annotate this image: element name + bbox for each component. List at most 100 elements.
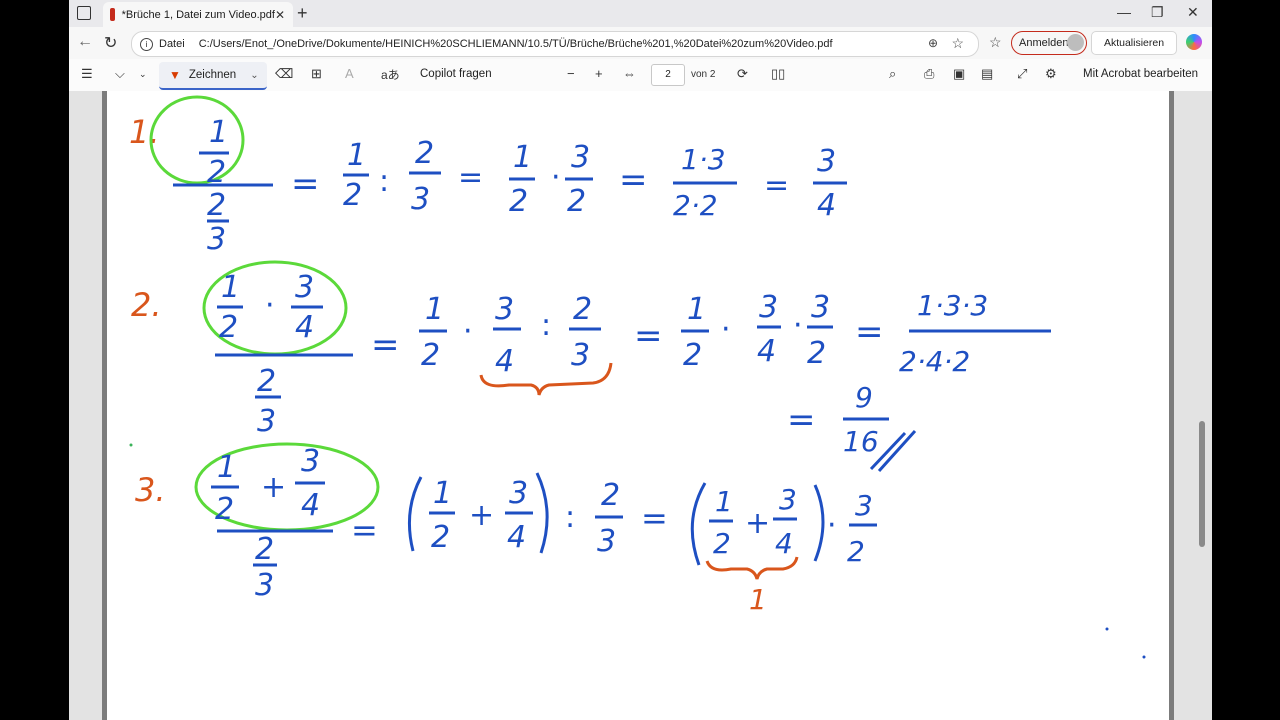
svg-text:3: 3 [207,222,226,257]
svg-text:3: 3 [295,270,314,305]
contents-icon[interactable]: ☰ [81,66,93,82]
fullscreen-icon[interactable]: ⤢ [1017,66,1027,82]
svg-text:3: 3 [571,338,590,373]
svg-text:4: 4 [301,488,320,523]
svg-text:=: = [371,325,400,365]
rotate-icon[interactable]: ⟳ [737,66,748,82]
svg-text:2: 2 [257,364,276,399]
copilot-ask-button[interactable]: Copilot fragen [420,68,492,80]
svg-text:1: 1 [217,450,236,485]
restore-icon[interactable]: ❐ [1151,4,1164,21]
svg-text:3: 3 [301,444,320,479]
svg-text:2: 2 [219,310,238,345]
svg-text:2: 2 [415,136,434,171]
tab-pdf[interactable]: *Brüche 1, Datei zum Video.pdf ✕ [103,2,293,27]
svg-text:=: = [458,160,483,195]
svg-text:2: 2 [431,520,450,555]
copilot-icon[interactable] [1186,34,1202,50]
search-icon[interactable]: ⌕ [889,66,896,82]
svg-text:2: 2 [567,184,586,219]
problem-number-3: 3. [135,471,166,509]
svg-text:·: · [793,308,803,343]
zoom-icon[interactable]: ⊕ [928,36,938,50]
url-text[interactable]: C:/Users/Enot_/OneDrive/Dokumente/HEINIC… [199,38,833,50]
svg-text:1: 1 [513,140,532,175]
address-bar[interactable]: i Datei C:/Users/Enot_/OneDrive/Dokument… [131,31,979,57]
page-count: von 2 [691,69,716,80]
page-number-input[interactable]: 2 [651,64,685,86]
svg-text:16: 16 [843,425,879,458]
signin-button[interactable]: Anmelden [1011,31,1087,55]
zoom-in-icon[interactable]: + [595,66,603,81]
svg-text:=: = [619,160,648,200]
save-icon[interactable]: ▣ [953,66,965,82]
problem-number-2: 2. [131,286,162,324]
svg-text:1·3·3: 1·3·3 [917,289,988,322]
svg-text:·: · [463,314,473,349]
svg-text:·: · [265,288,275,323]
svg-text:3: 3 [411,182,430,217]
svg-text:1: 1 [715,485,733,518]
svg-text:1: 1 [425,292,444,327]
brace-result: 1 [749,583,767,616]
orange-brace-3 [705,556,799,580]
fit-width-icon[interactable]: ⇔ [623,66,636,81]
close-tab-icon[interactable]: ✕ [275,8,285,22]
close-window-icon[interactable]: ✕ [1187,4,1199,21]
svg-text:2: 2 [713,527,731,560]
svg-text:·: · [721,312,731,347]
new-tab-icon[interactable]: + [297,3,308,24]
pdf-toolbar: ☰ ⌵ ⌄ ▼ Zeichnen ⌄ ⌫ ⊞ A aあ Copilot frag… [69,59,1212,92]
svg-text:2·4·2: 2·4·2 [899,345,970,378]
handwriting-layer: 1. 2. 3. 1 2 2 3 = 1 2 : 2 3 = 1 2 · 3 2… [129,95,1146,659]
settings-gear-icon[interactable]: ⚙ [1045,66,1057,82]
svg-text:2: 2 [601,478,620,513]
draw-button[interactable]: ▼ Zeichnen ⌄ [159,62,267,90]
svg-text:4: 4 [757,334,776,369]
svg-text:2: 2 [807,336,826,371]
svg-text:3: 3 [811,290,830,325]
info-icon[interactable]: i [140,37,153,51]
problem-3-work: 1 2 + 3 4 2 3 = 1 2 + 3 4: 2 3 = 1 2 + … [129,442,1146,659]
collections-icon[interactable]: ☆ [989,34,1002,51]
pdf-file-icon [110,8,115,21]
acrobat-edit-button[interactable]: Mit Acrobat bearbeiten [1083,68,1198,80]
svg-text:·: · [551,160,561,195]
print-icon[interactable]: ⎙ [924,66,934,82]
svg-text:=: = [634,316,663,356]
pen-icon: ▼ [169,68,181,82]
svg-text:4: 4 [495,344,514,379]
minimize-icon[interactable]: — [1117,4,1131,20]
back-icon[interactable]: ← [77,33,93,51]
svg-text:3: 3 [779,483,797,516]
svg-text:3: 3 [495,292,514,327]
address-scheme-label: Datei [159,38,185,50]
read-aloud-icon[interactable]: aあ [381,66,400,83]
svg-text:3: 3 [257,404,276,439]
svg-text:1·3: 1·3 [681,143,726,176]
svg-text:4: 4 [507,520,526,555]
chevron-down-icon[interactable]: ⌄ [250,70,258,81]
svg-text::: : [379,164,389,199]
svg-text:3: 3 [255,568,274,603]
svg-text:2: 2 [207,188,226,223]
eraser-icon[interactable]: ⌫ [275,66,293,82]
save-as-icon[interactable]: ▤ [981,66,993,82]
svg-text:=: = [291,164,320,204]
favorite-star-icon[interactable]: ☆ [951,35,964,52]
signin-label: Anmelden [1019,37,1069,49]
svg-text:9: 9 [855,381,873,414]
sidebar-toggle-icon[interactable] [77,6,91,20]
svg-text:=: = [764,168,789,203]
page-view-icon[interactable]: ▯▯ [771,66,785,82]
problem-2-work: 1 2 · 3 4 2 3 = 1 2 · 3 4 : 2 3 = 1 2 · … [202,260,1051,473]
zoom-out-icon[interactable]: − [567,66,575,81]
problem-number-1: 1. [129,113,160,151]
draw-label: Zeichnen [188,69,237,81]
svg-text:2: 2 [421,338,440,373]
highlight-icon[interactable]: ⌵ [115,66,125,82]
text-box-icon[interactable]: ⊞ [311,66,322,82]
highlight-chevron-icon[interactable]: ⌄ [139,69,147,80]
update-button[interactable]: Aktualisieren [1091,31,1177,55]
refresh-icon[interactable]: ↻ [104,33,117,53]
